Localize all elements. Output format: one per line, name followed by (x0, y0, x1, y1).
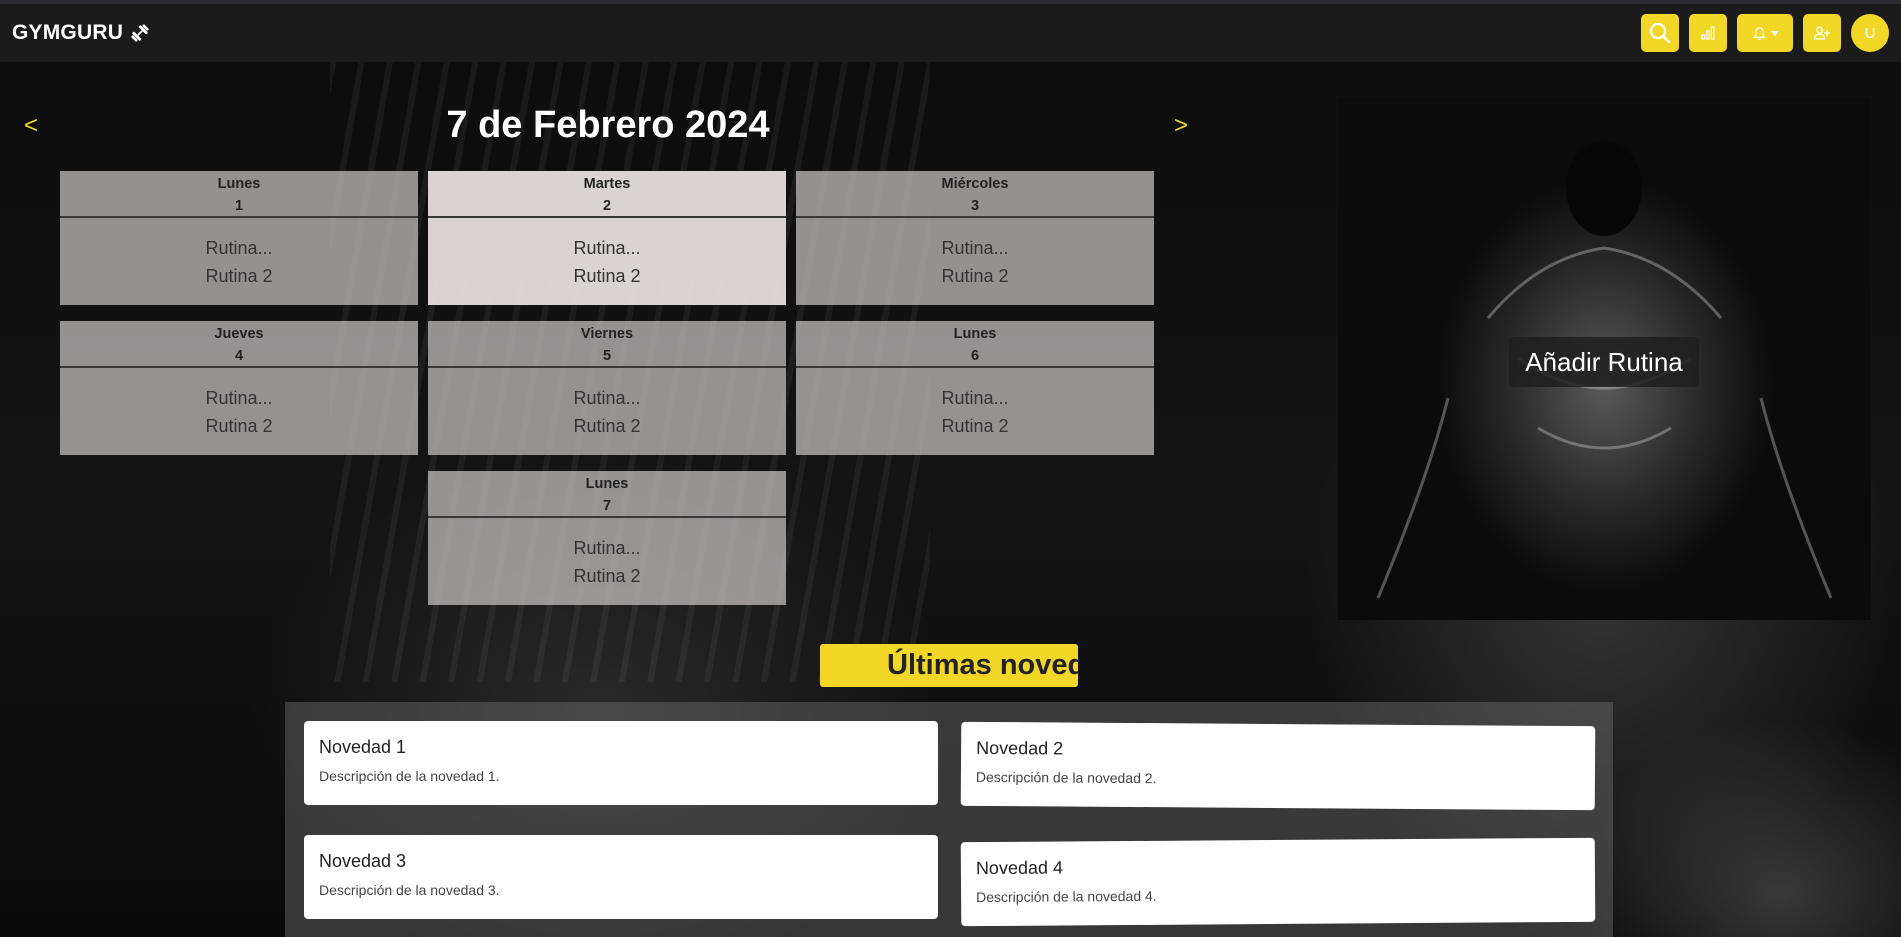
add-routine-button[interactable]: Añadir Rutina (1509, 337, 1699, 387)
day-routines: Rutina... Rutina 2 (796, 368, 1154, 440)
news-card-title: Novedad 1 (319, 737, 407, 757)
routine-item[interactable]: Rutina 2 (796, 262, 1154, 290)
search-button[interactable] (1641, 14, 1679, 52)
navbar: GYMGURU U (0, 4, 1901, 62)
day-name: Lunes (953, 326, 997, 342)
day-header: Martes 2 (428, 171, 786, 218)
calendar-title: 7 de Febrero 2024 (446, 104, 770, 146)
routine-item[interactable]: Rutina 2 (60, 412, 418, 440)
calendar-day-today[interactable]: Martes 2 Rutina... Rutina 2 (428, 171, 786, 305)
chevron-down-icon (1770, 30, 1779, 36)
routine-item[interactable]: Rutina 2 (796, 412, 1154, 440)
day-routines: Rutina... Rutina 2 (60, 218, 418, 290)
day-name: Viernes (580, 326, 634, 342)
day-number: 7 (602, 498, 612, 514)
news-card[interactable]: Novedad 2 Descripción de la novedad 2. (960, 721, 1596, 811)
calendar-day[interactable]: Lunes 7 Rutina... Rutina 2 (428, 471, 786, 605)
day-routines: Rutina... Rutina 2 (428, 518, 786, 590)
news-card-description: Descripción de la novedad 2. (975, 768, 1157, 787)
day-number: 5 (602, 348, 612, 364)
dumbbell-icon (131, 24, 149, 42)
calendar-day[interactable]: Viernes 5 Rutina... Rutina 2 (428, 321, 786, 455)
day-number: 2 (602, 198, 612, 214)
day-number: 6 (970, 348, 980, 364)
news-container: Novedad 1 Descripción de la novedad 1. N… (285, 702, 1613, 937)
news-card[interactable]: Novedad 3 Descripción de la novedad 3. (304, 835, 938, 919)
user-avatar[interactable]: U (1851, 14, 1889, 52)
news-card-description: Descripción de la novedad 1. (319, 768, 500, 784)
day-number: 1 (234, 198, 244, 214)
day-name: Jueves (214, 326, 264, 342)
calendar-day[interactable]: Jueves 4 Rutina... Rutina 2 (60, 321, 418, 455)
calendar-day[interactable]: Miércoles 3 Rutina... Rutina 2 (796, 171, 1154, 305)
routine-item[interactable]: Rutina... (796, 384, 1154, 412)
brand-name: GYMGURU (12, 21, 124, 44)
day-routines: Rutina... Rutina 2 (428, 218, 786, 290)
routine-item[interactable]: Rutina 2 (428, 562, 786, 590)
day-number: 3 (970, 198, 980, 214)
news-card-description: Descripción de la novedad 3. (319, 882, 500, 898)
brand[interactable]: GYMGURU (12, 21, 151, 45)
routine-item[interactable]: Rutina... (428, 534, 786, 562)
news-card-title: Novedad 3 (319, 851, 407, 871)
routine-item[interactable]: Rutina 2 (428, 262, 786, 290)
stats-button[interactable] (1689, 14, 1727, 52)
day-header: Miércoles 3 (796, 171, 1154, 218)
routine-item[interactable]: Rutina... (60, 384, 418, 412)
news-card-title: Novedad 4 (975, 857, 1064, 879)
bell-icon (1752, 26, 1766, 40)
routine-item[interactable]: Rutina... (428, 234, 786, 262)
next-month-button[interactable]: > (1174, 112, 1188, 140)
routine-item[interactable]: Rutina 2 (428, 412, 786, 440)
nav-actions: U (1641, 14, 1889, 52)
routine-item[interactable]: Rutina... (796, 234, 1154, 262)
day-routines: Rutina... Rutina 2 (796, 218, 1154, 290)
day-header: Lunes 7 (428, 471, 786, 518)
news-card[interactable]: Novedad 4 Descripción de la novedad 4. (960, 837, 1596, 927)
news-card-description: Descripción de la novedad 4. (976, 887, 1157, 906)
calendar-day[interactable]: Lunes 6 Rutina... Rutina 2 (796, 321, 1154, 455)
search-icon (1649, 22, 1671, 44)
day-header: Lunes 1 (60, 171, 418, 218)
day-routines: Rutina... Rutina 2 (60, 368, 418, 440)
day-name: Lunes (217, 176, 261, 192)
notifications-dropdown[interactable] (1737, 14, 1793, 52)
day-header: Viernes 5 (428, 321, 786, 368)
day-name: Lunes (585, 476, 629, 492)
routine-item[interactable]: Rutina... (60, 234, 418, 262)
news-section-title: Últimas noved (820, 644, 1078, 687)
routine-item[interactable]: Rutina 2 (60, 262, 418, 290)
day-header: Jueves 4 (60, 321, 418, 368)
add-user-icon (1813, 26, 1830, 40)
bar-chart-icon (1701, 26, 1715, 40)
news-card[interactable]: Novedad 1 Descripción de la novedad 1. (304, 721, 938, 805)
day-number: 4 (234, 348, 244, 364)
day-header: Lunes 6 (796, 321, 1154, 368)
routine-item[interactable]: Rutina... (428, 384, 786, 412)
news-card-title: Novedad 2 (976, 737, 1064, 759)
day-name: Martes (583, 176, 631, 192)
calendar-day[interactable]: Lunes 1 Rutina... Rutina 2 (60, 171, 418, 305)
day-name: Miércoles (941, 176, 1009, 192)
day-routines: Rutina... Rutina 2 (428, 368, 786, 440)
add-user-button[interactable] (1803, 14, 1841, 52)
